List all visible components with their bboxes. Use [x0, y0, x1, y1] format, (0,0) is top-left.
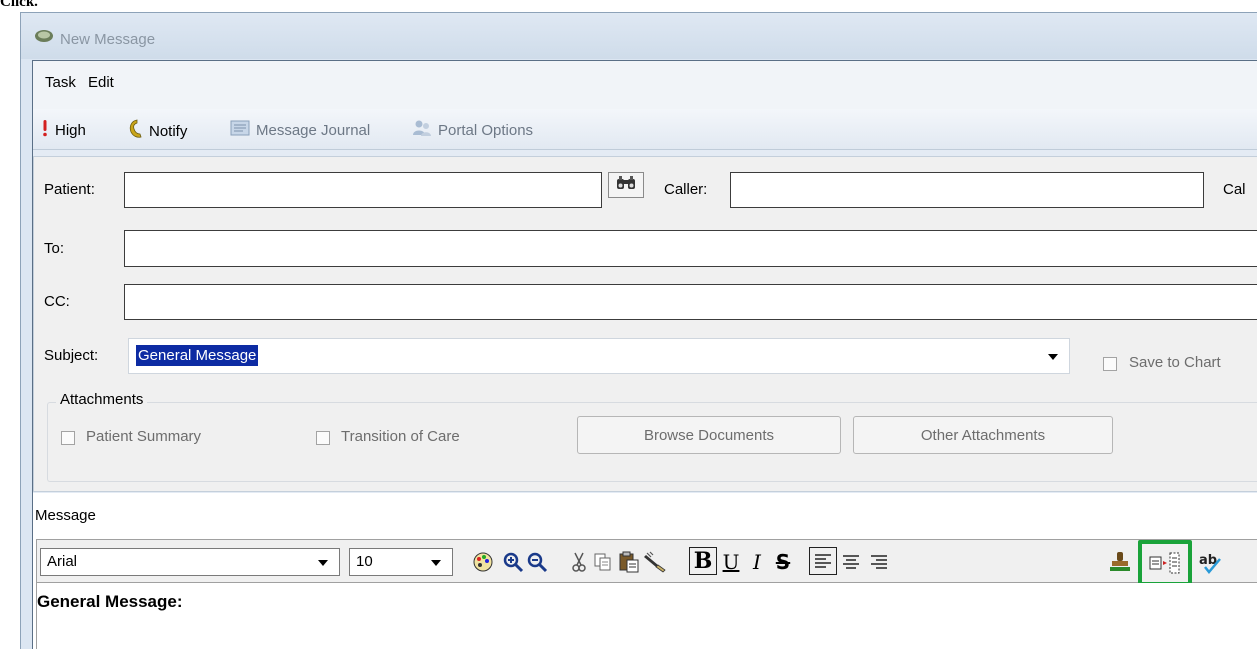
- align-left-icon[interactable]: [809, 547, 837, 575]
- bold-icon[interactable]: B: [689, 547, 717, 575]
- menu-edit[interactable]: Edit: [88, 74, 114, 91]
- chevron-down-icon[interactable]: [1048, 354, 1058, 360]
- format-painter-icon[interactable]: [642, 549, 668, 575]
- to-label: To:: [44, 240, 65, 257]
- patient-input[interactable]: [124, 172, 602, 208]
- high-priority-button[interactable]: High: [41, 119, 86, 141]
- browse-documents-button[interactable]: Browse Documents: [577, 416, 841, 454]
- cc-label: CC:: [44, 293, 70, 310]
- window-title: New Message: [60, 31, 156, 48]
- phone-icon: [127, 119, 143, 143]
- align-center-icon[interactable]: [838, 549, 864, 575]
- other-attachments-button[interactable]: Other Attachments: [853, 416, 1113, 454]
- size-chevron-down-icon[interactable]: [431, 560, 441, 566]
- patient-search-button[interactable]: [608, 172, 644, 198]
- insert-text-button[interactable]: [1138, 540, 1192, 586]
- transition-of-care-checkbox[interactable]: [316, 431, 330, 445]
- patient-summary-label: Patient Summary: [86, 428, 202, 445]
- cc-input[interactable]: [124, 284, 1257, 320]
- title-bar: [21, 13, 1257, 59]
- save-to-chart-label: Save to Chart: [1129, 354, 1221, 371]
- italic-icon[interactable]: I: [744, 549, 770, 575]
- menu-task[interactable]: Task: [45, 74, 76, 91]
- subject-dropdown[interactable]: [128, 338, 1070, 374]
- to-input[interactable]: [124, 230, 1257, 267]
- patient-label: Patient:: [44, 181, 95, 198]
- caller-label: Caller:: [664, 181, 708, 198]
- message-body-heading: General Message:: [37, 592, 183, 611]
- strikethrough-icon[interactable]: S: [770, 549, 796, 575]
- action-toolbar: [33, 109, 1257, 150]
- paste-icon[interactable]: [616, 549, 642, 575]
- message-journal-button[interactable]: Message Journal: [230, 119, 370, 141]
- underline-icon[interactable]: U: [718, 549, 744, 575]
- call-label: Cal: [1223, 181, 1246, 198]
- font-select[interactable]: Arial: [40, 548, 340, 576]
- caller-input[interactable]: [730, 172, 1204, 208]
- exclamation-icon: [41, 119, 49, 141]
- zoom-in-icon[interactable]: [500, 549, 526, 575]
- zoom-out-icon[interactable]: [524, 549, 550, 575]
- subject-label: Subject:: [44, 347, 99, 364]
- portal-users-icon: [412, 119, 432, 141]
- color-palette-icon[interactable]: [470, 549, 496, 575]
- portal-options-button[interactable]: Portal Options: [412, 119, 533, 141]
- transition-of-care-label: Transition of Care: [341, 428, 460, 445]
- subject-value: General Message: [136, 345, 259, 366]
- binoculars-icon: [615, 175, 637, 195]
- instruction-text: Click.: [0, 0, 38, 10]
- attachments-title: Attachments: [56, 391, 148, 408]
- save-to-chart-checkbox[interactable]: [1103, 357, 1117, 371]
- copy-icon[interactable]: [590, 549, 616, 575]
- message-editor[interactable]: [36, 583, 1257, 649]
- cut-icon[interactable]: [566, 549, 592, 575]
- app-icon: [34, 28, 54, 44]
- font-chevron-down-icon[interactable]: [318, 560, 328, 566]
- menu-bar: [33, 61, 1257, 110]
- patient-summary-checkbox[interactable]: [61, 431, 75, 445]
- message-label: Message: [35, 507, 96, 524]
- spell-check-icon[interactable]: ab: [1198, 549, 1224, 575]
- notify-button[interactable]: Notify: [127, 119, 187, 143]
- insert-text-icon: [1148, 550, 1184, 580]
- align-right-icon[interactable]: [866, 549, 892, 575]
- stamp-icon[interactable]: [1108, 549, 1134, 575]
- journal-icon: [230, 119, 250, 141]
